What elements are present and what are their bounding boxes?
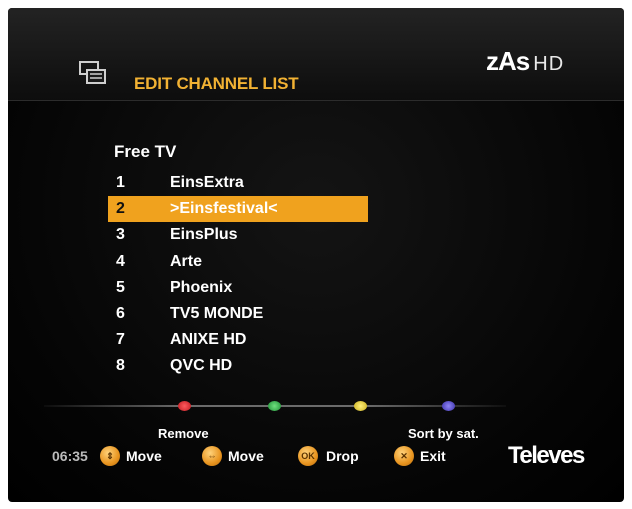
up-down-arrows-icon: ⇕ [100, 446, 120, 466]
tv-screen: EDIT CHANNEL LIST zAs HD Free TV 1 EinsEx… [8, 8, 624, 502]
channel-name: >Einsfestival< [170, 200, 278, 218]
header-bar: EDIT CHANNEL LIST zAs HD [8, 8, 624, 101]
channel-row[interactable]: 4 Arte [108, 249, 368, 275]
channel-row[interactable]: 1 EinsExtra [108, 170, 368, 196]
televes-logo: Televes [508, 442, 585, 469]
channel-group-label: Free TV [114, 142, 177, 161]
channel-number: 7 [116, 331, 125, 349]
page-title: EDIT CHANNEL LIST [134, 74, 299, 93]
channel-number: 3 [116, 226, 125, 244]
channel-list-icon [79, 61, 106, 84]
channel-name: EinsExtra [170, 174, 244, 191]
channel-number: 2 [116, 200, 125, 218]
channel-number: 1 [116, 174, 125, 191]
channel-number: 6 [116, 304, 125, 322]
channel-name: Phoenix [170, 278, 233, 296]
channel-name: EinsPlus [170, 226, 238, 244]
channel-list: 1 EinsExtra 2 >Einsfestival< 3 EinsPlus … [108, 170, 368, 380]
exit-label: Exit [420, 448, 446, 464]
channel-number: 4 [116, 252, 125, 270]
move-horizontal-label: Move [228, 448, 264, 464]
channel-name: Arte [170, 252, 203, 270]
channel-number: 5 [116, 278, 125, 296]
brand-suffix: HD [533, 53, 565, 75]
ok-button-icon: OK [298, 446, 318, 466]
remove-label: Remove [158, 426, 209, 441]
blue-key-icon[interactable] [442, 401, 455, 411]
channel-number: 8 [116, 357, 125, 375]
brand-name: zAs [486, 46, 530, 76]
channel-name: TV5 MONDE [170, 304, 264, 322]
left-right-arrows-icon: ⇔ [202, 446, 222, 466]
green-key-icon[interactable] [268, 401, 281, 411]
channel-row-selected[interactable]: 2 >Einsfestival< [108, 196, 368, 223]
channel-row[interactable]: 3 EinsPlus [108, 222, 368, 248]
sort-by-sat-label: Sort by sat. [408, 426, 479, 441]
drop-label: Drop [326, 448, 359, 464]
brand-logo: zAs HD [486, 46, 564, 77]
move-vertical-label: Move [126, 448, 162, 464]
channel-name: ANIXE HD [170, 331, 247, 349]
channel-row[interactable]: 8 QVC HD [108, 353, 368, 379]
channel-row[interactable]: 5 Phoenix [108, 275, 368, 301]
channel-row[interactable]: 7 ANIXE HD [108, 327, 368, 353]
exit-x-icon: ✕ [394, 446, 414, 466]
clock-time: 06:35 [52, 448, 88, 464]
channel-row[interactable]: 6 TV5 MONDE [108, 301, 368, 327]
yellow-key-icon[interactable] [354, 401, 367, 411]
red-key-icon[interactable] [178, 401, 191, 411]
channel-name: QVC HD [170, 357, 233, 375]
